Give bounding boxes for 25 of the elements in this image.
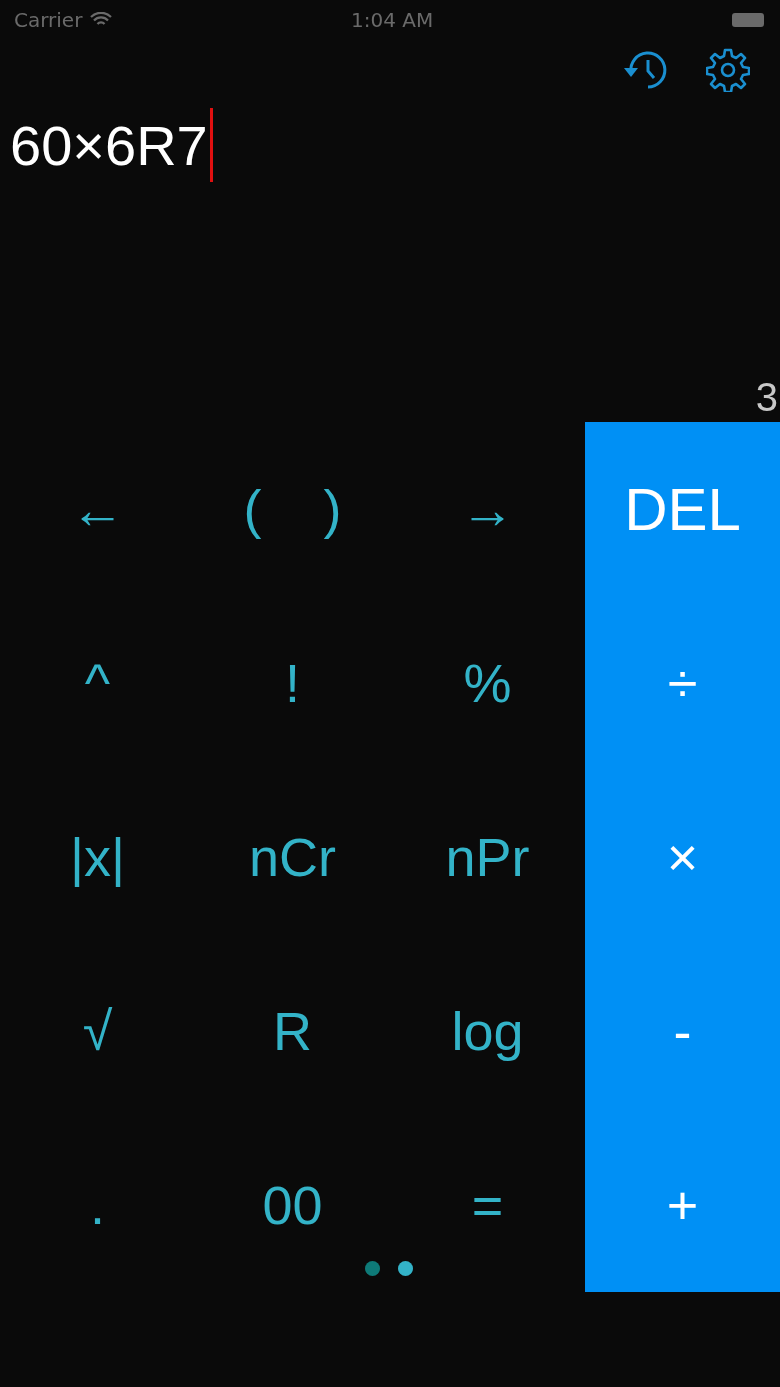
calculator-key[interactable]: |x| [61,822,134,892]
result-preview: 3 [755,374,778,421]
status-time: 1:04 AM [350,8,435,32]
calculator-key[interactable]: nCr [241,822,344,892]
calculator-key[interactable]: ^ [76,648,119,718]
calculator-key[interactable]: ← [62,474,133,544]
calculator-key[interactable]: = [463,1170,512,1240]
calculator-key[interactable]: . [82,1170,113,1240]
carrier-name: Carrier [14,8,83,32]
battery-icon [732,13,766,27]
calculator-key[interactable]: ( [237,474,268,544]
wifi-icon [90,12,113,28]
calculator-key[interactable]: → [452,474,523,544]
calculator-key[interactable]: ) [317,474,348,544]
page-dot[interactable] [365,1261,380,1276]
calculator-key[interactable]: log [443,996,532,1066]
calculator-key[interactable]: √ [74,996,121,1066]
calculator-key[interactable]: nPr [437,822,538,892]
settings-icon[interactable] [706,48,750,92]
calculator-key[interactable]: 00 [254,1170,331,1240]
calculator-key[interactable]: R [265,996,320,1066]
expression-field[interactable]: 60×6R7 [10,112,208,178]
page-dot[interactable] [398,1261,413,1276]
calculator-key[interactable]: ! [277,648,308,718]
calculator-key[interactable]: % [455,648,520,718]
